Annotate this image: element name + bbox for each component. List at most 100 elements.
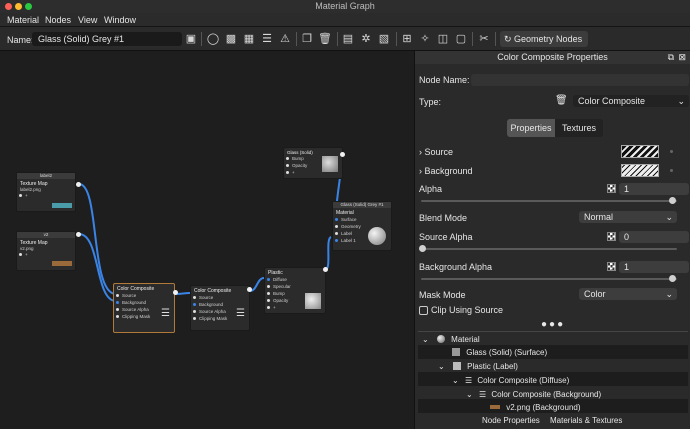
node-input-source[interactable]: Source — [191, 294, 249, 301]
texture-map-node-v2[interactable]: v2 Texture Map v2.png + — [16, 231, 76, 271]
tab-properties[interactable]: Properties — [507, 119, 555, 137]
texture-settings-icon[interactable]: ✲ — [359, 32, 373, 46]
material-sphere-icon — [436, 335, 445, 343]
tree-item-color-composite-diffuse[interactable]: ⌄ ☰ Color Composite (Diffuse) — [452, 374, 569, 387]
toolbar-divider — [472, 32, 473, 46]
composite-output-port[interactable] — [247, 287, 252, 292]
node-add-row[interactable]: + — [17, 192, 75, 199]
more-dots-icon[interactable]: ●●● — [541, 319, 565, 330]
duplicate-icon[interactable]: ❐ — [300, 32, 314, 46]
node-title: Color Composite — [194, 288, 232, 294]
node-input-background[interactable]: Background — [191, 301, 249, 308]
source-alpha-texture-icon[interactable] — [607, 232, 616, 241]
alpha-value-field[interactable]: 1 — [619, 183, 689, 195]
color-composite-node-1[interactable]: Color Composite Source Background Source… — [113, 283, 175, 333]
texture-output-port[interactable] — [76, 182, 81, 187]
glass-solid-node[interactable]: Glass (Solid) Bump Opacity + — [283, 147, 343, 179]
minimize-window-button[interactable] — [15, 3, 22, 10]
source-disclosure[interactable]: › Source — [419, 147, 453, 157]
glass-preview-thumbnail — [322, 156, 338, 172]
node-input-specular[interactable]: Specular — [265, 283, 325, 290]
plastic-output-port[interactable] — [323, 267, 328, 272]
node-name-field[interactable] — [471, 74, 689, 86]
source-alpha-slider[interactable] — [421, 248, 677, 250]
plastic-node[interactable]: Plastic Diffuse Specular Bump Opacity + — [264, 267, 326, 314]
texture-map-node-label2[interactable]: label2 Texture Map label2.png + — [16, 172, 76, 212]
material-name-field[interactable]: Glass (Solid) Grey #1 — [32, 32, 182, 46]
composite-output-port[interactable] — [173, 290, 178, 295]
plastic-thumb-icon — [452, 362, 461, 370]
texture-thumbnail — [52, 203, 72, 208]
menu-nodes[interactable]: Nodes — [45, 15, 71, 25]
background-alpha-slider-knob[interactable] — [669, 275, 676, 282]
tree-item-plastic[interactable]: ⌄ Plastic (Label) — [438, 360, 518, 373]
node-tag: Glass (Solid) Grey #1 — [333, 202, 391, 208]
menu-material[interactable]: Material — [7, 15, 39, 25]
background-alpha-value-field[interactable]: 1 — [619, 261, 689, 273]
tree-item-v2-png[interactable]: v2.png (Background) — [490, 401, 581, 414]
node-add-row[interactable]: + — [17, 251, 75, 258]
tab-textures[interactable]: Textures — [555, 119, 603, 137]
geometry-nodes-button[interactable]: ↻ Geometry Nodes — [500, 31, 588, 47]
node-input-source[interactable]: Source — [114, 292, 174, 299]
node-input-background[interactable]: Background — [114, 299, 174, 306]
texture-thumbnail — [52, 261, 72, 266]
background-alpha-texture-icon[interactable] — [607, 262, 616, 271]
background-color-swatch[interactable] — [621, 164, 659, 177]
frame-all-icon[interactable]: ◫ — [436, 32, 450, 46]
menu-window[interactable]: Window — [104, 15, 136, 25]
close-window-button[interactable] — [5, 3, 12, 10]
blend-mode-dropdown[interactable]: Normal ⌄ — [579, 211, 677, 223]
source-color-swatch[interactable] — [621, 145, 659, 158]
alpha-slider-knob[interactable] — [669, 197, 676, 204]
material-output-node[interactable]: Glass (Solid) Grey #1 Material Surface G… — [332, 201, 392, 251]
tree-item-color-composite-background[interactable]: ⌄ ☰ Color Composite (Background) — [466, 388, 601, 401]
add-texture-icon[interactable]: ▤ — [341, 32, 355, 46]
name-label: Name: — [7, 35, 34, 45]
blend-mode-label: Blend Mode — [419, 213, 468, 223]
clip-using-source-checkbox[interactable] — [419, 306, 428, 315]
mask-mode-dropdown[interactable]: Color ⌄ — [579, 288, 677, 300]
tab-materials-textures[interactable]: Materials & Textures — [550, 416, 622, 425]
menu-view[interactable]: View — [78, 15, 97, 25]
type-dropdown[interactable]: Color Composite ⌄ — [573, 95, 689, 107]
tree-item-label: Material — [451, 335, 480, 344]
tree-item-glass[interactable]: Glass (Solid) (Surface) — [452, 346, 547, 359]
texture-output-port[interactable] — [76, 232, 81, 237]
node-input-surface[interactable]: Surface — [333, 216, 391, 223]
background-disclosure[interactable]: › Background — [419, 166, 473, 176]
texture-options-icon[interactable]: ▧ — [377, 32, 391, 46]
glass-output-port[interactable] — [340, 152, 345, 157]
zoom-window-button[interactable] — [25, 3, 32, 10]
tab-node-properties[interactable]: Node Properties — [482, 416, 540, 425]
node-graph-canvas[interactable]: label2 Texture Map label2.png + v2 Textu… — [0, 51, 414, 429]
preview-sphere-icon[interactable]: ◯ — [206, 32, 220, 46]
type-label: Type: — [419, 97, 442, 107]
scissors-icon[interactable]: ✂ — [477, 32, 491, 46]
color-composite-node-2[interactable]: Color Composite Source Background Source… — [190, 285, 250, 331]
zoom-fit-icon[interactable]: ▢ — [454, 32, 468, 46]
checker-icon[interactable]: ▩ — [224, 32, 238, 46]
node-input-diffuse[interactable]: Diffuse — [265, 276, 325, 283]
alpha-slider[interactable] — [421, 200, 677, 202]
trash-icon[interactable]: 🗑 — [318, 32, 332, 46]
grid-icon[interactable]: ▦ — [242, 32, 256, 46]
node-title: Material — [336, 210, 354, 216]
alpha-texture-icon[interactable] — [607, 184, 616, 193]
close-panel-icon[interactable]: ⊠ — [678, 51, 686, 64]
background-alpha-slider[interactable] — [421, 278, 677, 280]
source-alpha-value-field[interactable]: 0 — [619, 231, 689, 243]
toolbar-divider — [495, 32, 496, 46]
plastic-preview-thumbnail — [305, 293, 321, 309]
save-icon[interactable]: ▣ — [184, 32, 198, 46]
toolbar-divider — [337, 32, 338, 46]
tree-item-material[interactable]: ⌄ Material — [422, 333, 480, 346]
sliders-icon[interactable]: ☰ — [260, 32, 274, 46]
focus-icon[interactable]: ✧ — [418, 32, 432, 46]
layout-nodes-icon[interactable]: ⊞ — [400, 32, 414, 46]
trash-icon[interactable]: 🗑 — [555, 95, 568, 106]
alpha-label: Alpha — [419, 184, 443, 194]
source-alpha-slider-knob[interactable] — [419, 245, 426, 252]
popout-icon[interactable]: ⧉ — [668, 51, 674, 64]
warning-icon[interactable]: ⚠ — [278, 32, 292, 46]
